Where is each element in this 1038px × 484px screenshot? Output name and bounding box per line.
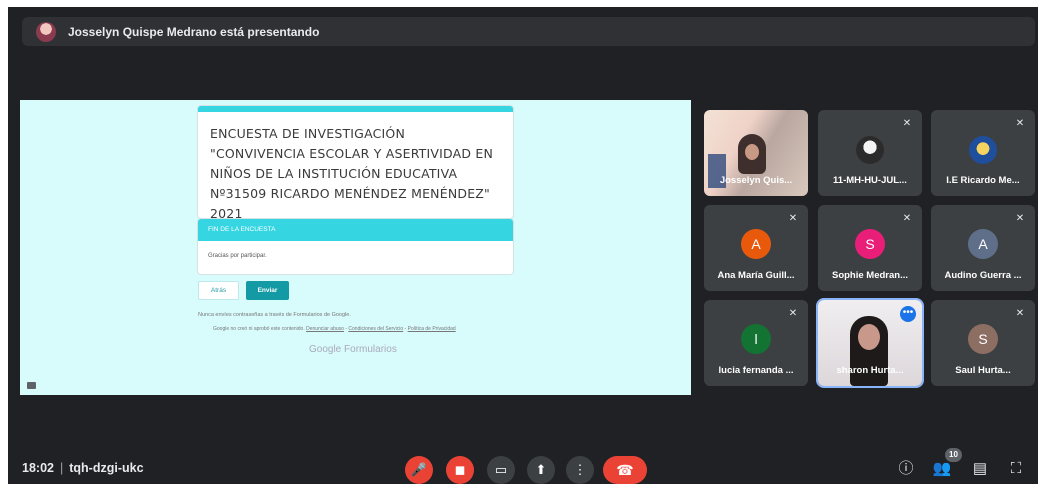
people-icon[interactable]: 👥 <box>932 459 952 479</box>
info-icon[interactable]: ⓘ <box>896 459 916 479</box>
presenter-avatar <box>36 21 56 42</box>
participant-name: Audino Guerra ... <box>944 270 1022 281</box>
participant-name: Sophie Medran... <box>831 270 908 281</box>
chat-icon[interactable]: ▤ <box>970 459 990 479</box>
send-button[interactable]: Enviar <box>246 281 289 300</box>
participant-tile[interactable]: ✕ S Sophie Medran... <box>818 205 922 291</box>
privacy-link[interactable]: Política de Privacidad <box>408 326 456 332</box>
mic-off-icon: ✕ <box>1015 118 1025 129</box>
mic-off-icon: ✕ <box>1015 213 1025 224</box>
activities-icon[interactable]: ⛶ <box>1006 459 1026 479</box>
more-options-icon[interactable]: ⋮ <box>566 456 594 484</box>
feedback-icon[interactable] <box>27 382 36 389</box>
meeting-info: 18:02 | tqh-dzgi-ukc <box>22 461 144 475</box>
participant-tile[interactable]: ✕ l lucia fernanda ... <box>704 300 808 386</box>
meeting-code: tqh-dzgi-ukc <box>69 461 144 475</box>
participant-tile[interactable]: ✕ A Ana María Guill... <box>704 205 808 291</box>
terms-link[interactable]: Condiciones del Servicio <box>348 326 403 332</box>
mic-off-icon: ✕ <box>788 308 798 319</box>
google-forms-brand: Google Formularios <box>309 344 397 355</box>
report-abuse-link[interactable]: Denunciar abuso <box>306 326 344 332</box>
presenter-banner: Josselyn Quispe Medrano está presentando <box>22 17 1035 46</box>
avatar: A <box>968 229 998 259</box>
participant-tile[interactable]: ••• sharon Hurta... <box>818 300 922 386</box>
section-text: Gracias por participar. <box>208 253 267 259</box>
presenter-label: Josselyn Quispe Medrano está presentando <box>68 24 320 39</box>
avatar: l <box>741 324 771 354</box>
participant-name: lucia fernanda ... <box>718 365 794 376</box>
participant-face <box>858 324 880 350</box>
captions-icon[interactable]: ▭ <box>487 456 515 484</box>
avatar: A <box>741 229 771 259</box>
form-section-card: FIN DE LA ENCUESTA Gracias por participa… <box>198 219 513 274</box>
participant-tile[interactable]: ✕ S Saul Hurta... <box>931 300 1035 386</box>
participant-name: Saul Hurta... <box>955 365 1011 376</box>
more-options-icon[interactable]: ••• <box>900 306 916 322</box>
hangup-icon[interactable]: ☎ <box>603 456 647 484</box>
participant-name: I.E Ricardo Me... <box>946 175 1020 186</box>
avatar: S <box>968 324 998 354</box>
participant-tile[interactable]: ✕ I.E Ricardo Me... <box>931 110 1035 196</box>
mic-off-icon[interactable]: 🎤 <box>405 456 433 484</box>
school-logo <box>969 136 997 164</box>
form-title: ENCUESTA DE INVESTIGACIÓN "CONVIVENCIA E… <box>210 126 494 221</box>
meet-window: Josselyn Quispe Medrano está presentando… <box>8 7 1038 484</box>
legal-prefix: Google no creó ni aprobó este contenido. <box>213 326 305 332</box>
mic-off-icon: ✕ <box>902 118 912 129</box>
mic-off-icon: ✕ <box>902 213 912 224</box>
participant-face <box>738 134 766 174</box>
participant-name: Ana María Guill... <box>717 270 795 281</box>
form-title-card: ENCUESTA DE INVESTIGACIÓN "CONVIVENCIA E… <box>198 106 513 221</box>
participant-name: sharon Hurta... <box>836 365 904 376</box>
mic-off-icon: ✕ <box>788 213 798 224</box>
participant-tile[interactable]: ✕ 11-MH-HU-JUL... <box>818 110 922 196</box>
password-note: Nunca envíes contraseñas a través de For… <box>198 312 351 318</box>
participant-tile[interactable]: Josselyn Quis... <box>704 110 808 196</box>
participant-photo <box>856 136 884 164</box>
present-icon[interactable]: ⬆ <box>527 456 555 484</box>
participant-name: Josselyn Quis... <box>719 175 793 186</box>
meeting-separator: | <box>59 461 64 475</box>
shared-screen: ENCUESTA DE INVESTIGACIÓN "CONVIVENCIA E… <box>20 100 691 395</box>
legal-text: Google no creó ni aprobó este contenido.… <box>213 326 456 332</box>
avatar: S <box>855 229 885 259</box>
participant-tile[interactable]: ✕ A Audino Guerra ... <box>931 205 1035 291</box>
participant-name: 11-MH-HU-JUL... <box>833 175 907 186</box>
meeting-time: 18:02 <box>22 461 54 475</box>
mic-off-icon: ✕ <box>1015 308 1025 319</box>
back-button[interactable]: Atrás <box>198 281 239 300</box>
section-title: FIN DE LA ENCUESTA <box>198 219 513 241</box>
camera-off-icon[interactable]: ◼ <box>446 456 474 484</box>
